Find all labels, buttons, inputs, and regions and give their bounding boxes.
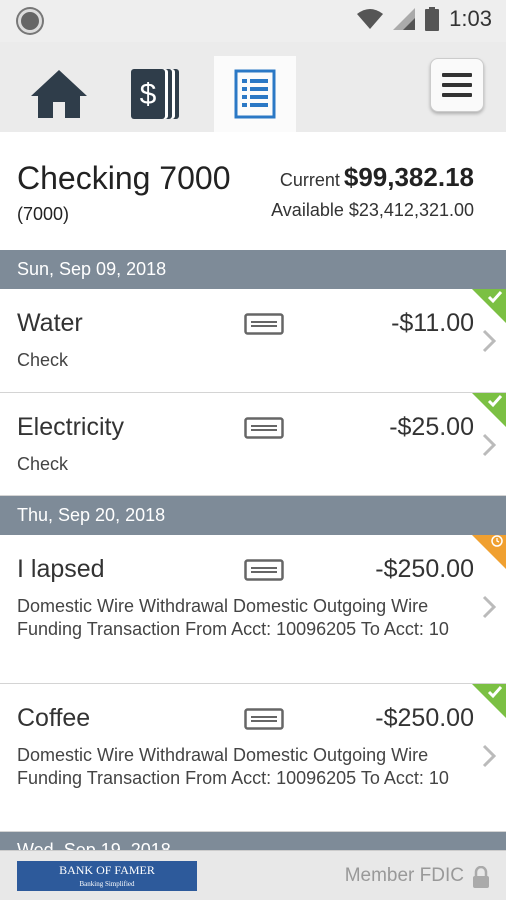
account-summary: Checking 7000 (7000) Current $99,382.18 A… — [0, 132, 506, 250]
bank-logo: BANK OF FAMER Banking Simplified — [17, 861, 197, 891]
hamburger-icon — [442, 73, 472, 97]
account-name: Checking 7000 — [17, 160, 231, 196]
menu-button[interactable] — [430, 58, 484, 112]
check-icon — [244, 708, 284, 730]
current-balance: Current $99,382.18 — [280, 162, 474, 193]
chevron-right-icon — [482, 595, 496, 619]
notification-icon — [18, 9, 42, 33]
top-navigation: $ — [0, 42, 506, 132]
transaction-description: Domestic Wire Withdrawal Domestic Outgoi… — [17, 745, 449, 788]
status-bar: 1:03 — [0, 0, 506, 42]
cleared-check-icon — [487, 395, 503, 408]
transaction-row[interactable]: I lapsed -$250.00 Domestic Wire Withdraw… — [0, 535, 506, 684]
bank-logo-tagline: Banking Simplified — [79, 880, 135, 888]
tab-accounts[interactable]: $ — [116, 56, 198, 132]
tab-transactions[interactable] — [214, 56, 296, 132]
chevron-right-icon — [482, 329, 496, 353]
member-fdic: Member FDIC — [344, 865, 464, 886]
cleared-check-icon — [487, 291, 503, 304]
check-icon — [244, 417, 284, 439]
date-header: Sun, Sep 09, 2018 — [0, 250, 506, 289]
chevron-right-icon — [482, 744, 496, 768]
current-balance-value: $99,382.18 — [343, 162, 474, 192]
battery-icon — [425, 7, 440, 31]
lock-icon — [473, 866, 489, 888]
svg-text:$: $ — [140, 78, 157, 111]
transaction-description: Check — [17, 454, 69, 474]
transaction-amount: -$250.00 — [375, 704, 474, 732]
wifi-icon — [357, 9, 384, 29]
current-balance-label: Current — [279, 170, 340, 190]
check-icon — [244, 559, 284, 581]
footer: BANK OF FAMER Banking Simplified Member … — [0, 850, 506, 900]
cleared-check-icon — [487, 686, 503, 699]
home-icon — [31, 70, 87, 118]
transaction-title: Electricity — [17, 413, 124, 441]
transaction-row[interactable]: Coffee -$250.00 Domestic Wire Withdrawal… — [0, 684, 506, 832]
transaction-title: Coffee — [17, 704, 91, 732]
transaction-title: I lapsed — [17, 555, 105, 583]
transaction-amount: -$11.00 — [391, 309, 474, 337]
available-balance: Available $23,412,321.00 — [271, 200, 474, 221]
transaction-row[interactable]: Electricity -$25.00 Check — [0, 393, 506, 496]
signal-icon — [393, 8, 416, 30]
transaction-amount: -$25.00 — [389, 413, 474, 441]
available-balance-value: $23,412,321.00 — [348, 200, 474, 220]
tab-home[interactable] — [18, 56, 100, 132]
pending-clock-icon — [491, 535, 503, 547]
transaction-title: Water — [17, 309, 83, 337]
date-header: Thu, Sep 20, 2018 — [0, 496, 506, 535]
document-list-icon — [234, 69, 276, 119]
chevron-right-icon — [482, 433, 496, 457]
transaction-description: Domestic Wire Withdrawal Domestic Outgoi… — [17, 596, 449, 639]
account-number: (7000) — [17, 204, 70, 224]
bank-logo-name: BANK OF FAMER — [59, 863, 155, 877]
status-time: 1:03 — [449, 6, 492, 31]
date-header: Wed, Sep 19, 2018 — [0, 832, 506, 852]
available-balance-label: Available — [271, 200, 344, 220]
check-icon — [244, 313, 284, 335]
dollar-cards-icon: $ — [131, 69, 179, 119]
transaction-amount: -$250.00 — [375, 555, 474, 583]
transaction-row[interactable]: Water -$11.00 Check — [0, 289, 506, 393]
transaction-description: Check — [17, 350, 69, 370]
